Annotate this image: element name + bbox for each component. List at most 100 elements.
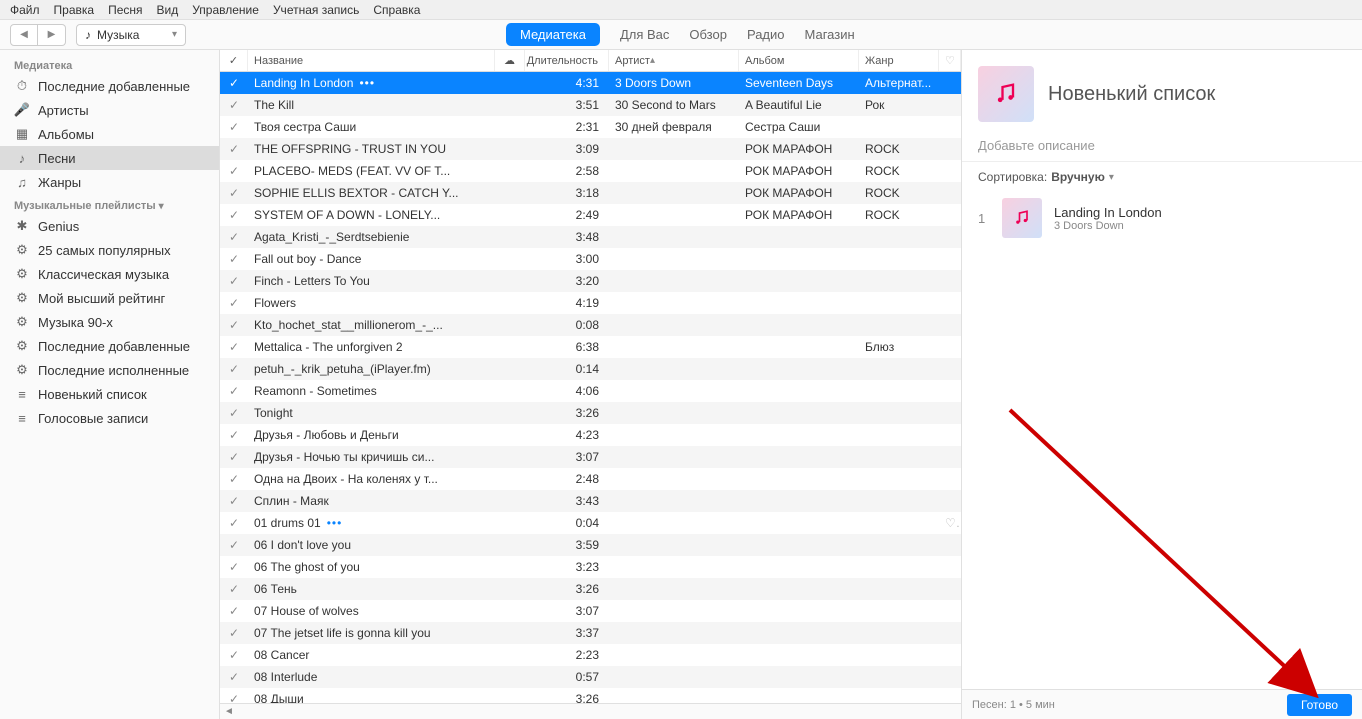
more-icon[interactable]: •••	[359, 76, 375, 90]
row-name: PLACEBO- MEDS (FEAT. VV OF T...	[248, 164, 495, 178]
row-checkbox: ✓	[220, 472, 248, 486]
menu-справка[interactable]: Справка	[373, 3, 420, 17]
sidebar-item-Альбомы[interactable]: ▦Альбомы	[0, 122, 219, 146]
table-row[interactable]: ✓Finch - Letters To You3:20	[220, 270, 961, 292]
sidebar-item-Песни[interactable]: ♪Песни	[0, 146, 219, 170]
tab-Для Вас[interactable]: Для Вас	[620, 27, 669, 42]
nav-forward-button[interactable]: ▶	[38, 24, 66, 46]
menu-вид[interactable]: Вид	[157, 3, 179, 17]
column-duration[interactable]: Длительность	[525, 50, 609, 71]
sidebar-item-Музыка 90-х[interactable]: ⚙Музыка 90-х	[0, 310, 219, 334]
sidebar-item-Классическая музыка[interactable]: ⚙Классическая музыка	[0, 262, 219, 286]
row-heart: ♡	[939, 516, 961, 530]
tab-Радио[interactable]: Радио	[747, 27, 785, 42]
row-artist: 30 дней февраля	[609, 120, 739, 134]
table-row[interactable]: ✓07 The jetset life is gonna kill you3:3…	[220, 622, 961, 644]
column-genre[interactable]: Жанр	[859, 50, 939, 71]
row-genre: Блюз	[859, 340, 939, 354]
table-body[interactable]: ✓Landing In London•••4:313 Doors DownSev…	[220, 72, 961, 703]
row-artist: 3 Doors Down	[609, 76, 739, 90]
table-row[interactable]: ✓Agata_Kristi_-_Serdtsebienie3:48	[220, 226, 961, 248]
column-artist[interactable]: Артист ▴	[609, 50, 739, 71]
sidebar-item-Последние добавленные[interactable]: ⏱Последние добавленные	[0, 74, 219, 98]
table-row[interactable]: ✓Твоя сестра Саши2:3130 дней февраляСест…	[220, 116, 961, 138]
table-row[interactable]: ✓Fall out boy - Dance3:00	[220, 248, 961, 270]
column-album[interactable]: Альбом	[739, 50, 859, 71]
tab-Обзор[interactable]: Обзор	[689, 27, 727, 42]
sidebar-item-Артисты[interactable]: 🎤Артисты	[0, 98, 219, 122]
table-row[interactable]: ✓Kto_hochet_stat__millionerom_-_...0:08	[220, 314, 961, 336]
column-heart[interactable]: ♡	[939, 50, 961, 71]
menu-учетная запись[interactable]: Учетная запись	[273, 3, 359, 17]
sidebar-item-Новенький список[interactable]: ≡Новенький список	[0, 382, 219, 406]
table-row[interactable]: ✓01 drums 01•••0:04♡	[220, 512, 961, 534]
playlist-track[interactable]: 1Landing In London3 Doors Down	[962, 192, 1362, 244]
row-checkbox: ✓	[220, 538, 248, 552]
row-name: petuh_-_krik_petuha_(iPlayer.fm)	[248, 362, 495, 376]
table-row[interactable]: ✓Сплин - Маяк3:43	[220, 490, 961, 512]
table-row[interactable]: ✓Tonight3:26	[220, 402, 961, 424]
menu-правка[interactable]: Правка	[54, 3, 95, 17]
playlist-sort[interactable]: Сортировка: Вручную ▾	[962, 162, 1362, 192]
note-icon: ♪	[14, 150, 30, 166]
table-row[interactable]: ✓08 Cancer2:23	[220, 644, 961, 666]
table-row[interactable]: ✓06 I don't love you3:59	[220, 534, 961, 556]
table-row[interactable]: ✓SOPHIE ELLIS BEXTOR - CATCH Y...3:18РОК…	[220, 182, 961, 204]
row-album: A Beautiful Lie	[739, 98, 859, 112]
sidebar-item-Мой высший рейтинг[interactable]: ⚙Мой высший рейтинг	[0, 286, 219, 310]
row-genre: ROCK	[859, 208, 939, 222]
column-checkbox[interactable]: ✓	[220, 50, 248, 71]
sidebar-item-Последние добавленные[interactable]: ⚙Последние добавленные	[0, 334, 219, 358]
horizontal-scrollbar[interactable]: ◄	[220, 703, 961, 719]
heart-icon: ♡	[945, 54, 955, 67]
menu-песня[interactable]: Песня	[108, 3, 142, 17]
album-icon: ▦	[14, 126, 30, 142]
nav-back-button[interactable]: ◀	[10, 24, 38, 46]
row-name: Твоя сестра Саши	[248, 120, 495, 134]
more-icon[interactable]: •••	[327, 516, 343, 530]
table-row[interactable]: ✓Mettalica - The unforgiven 26:38Блюз	[220, 336, 961, 358]
media-type-label: Музыка	[97, 28, 139, 42]
menu-файл[interactable]: Файл	[10, 3, 40, 17]
table-row[interactable]: ✓SYSTEM OF A DOWN - LONELY...2:49РОК МАР…	[220, 204, 961, 226]
table-row[interactable]: ✓06 Тень3:26	[220, 578, 961, 600]
sidebar-item-25 самых популярных[interactable]: ⚙25 самых популярных	[0, 238, 219, 262]
table-row[interactable]: ✓08 Дыши3:26	[220, 688, 961, 703]
sidebar-playlists-header[interactable]: Музыкальные плейлисты ▾	[0, 194, 219, 214]
sidebar-item-label: Последние исполненные	[38, 363, 189, 378]
table-row[interactable]: ✓THE OFFSPRING - TRUST IN YOU3:09РОК МАР…	[220, 138, 961, 160]
playlist-description[interactable]: Добавьте описание	[962, 138, 1362, 162]
tab-Магазин[interactable]: Магазин	[805, 27, 855, 42]
playlist-title[interactable]: Новенький список	[1048, 83, 1215, 106]
row-duration: 3:51	[525, 98, 609, 112]
sidebar-item-Голосовые записи[interactable]: ≡Голосовые записи	[0, 406, 219, 430]
table-row[interactable]: ✓Flowers4:19	[220, 292, 961, 314]
playlist-artwork[interactable]	[978, 66, 1034, 122]
tab-Медиатека[interactable]: Медиатека	[506, 23, 600, 46]
column-name[interactable]: Название	[248, 50, 495, 71]
table-row[interactable]: ✓07 House of wolves3:07	[220, 600, 961, 622]
menu-управление[interactable]: Управление	[192, 3, 259, 17]
table-row[interactable]: ✓06 The ghost of you3:23	[220, 556, 961, 578]
sidebar-item-Genius[interactable]: ✱Genius	[0, 214, 219, 238]
done-button[interactable]: Готово	[1287, 694, 1352, 716]
table-row[interactable]: ✓Друзья - Ночью ты кричишь си...3:07	[220, 446, 961, 468]
table-header: ✓ Название ☁ Длительность Артист ▴ Альбо…	[220, 50, 961, 72]
table-row[interactable]: ✓Reamonn - Sometimes4:06	[220, 380, 961, 402]
column-cloud[interactable]: ☁	[495, 50, 525, 71]
row-name: Landing In London•••	[248, 76, 495, 90]
sidebar-item-Жанры[interactable]: ♫Жанры	[0, 170, 219, 194]
table-row[interactable]: ✓Одна на Двоих - На коленях у т...2:48	[220, 468, 961, 490]
sidebar-item-Последние исполненные[interactable]: ⚙Последние исполненные	[0, 358, 219, 382]
table-row[interactable]: ✓Landing In London•••4:313 Doors DownSev…	[220, 72, 961, 94]
toolbar: ◀ ▶ ♪ Музыка ▾ Медиатека Для Вас Обзор Ради…	[0, 20, 1362, 50]
table-row[interactable]: ✓PLACEBO- MEDS (FEAT. VV OF T...2:58РОК …	[220, 160, 961, 182]
table-row[interactable]: ✓petuh_-_krik_petuha_(iPlayer.fm)0:14	[220, 358, 961, 380]
table-row[interactable]: ✓08 Interlude0:57	[220, 666, 961, 688]
media-type-selector[interactable]: ♪ Музыка ▾	[76, 24, 186, 46]
table-row[interactable]: ✓Друзья - Любовь и Деньги4:23	[220, 424, 961, 446]
row-name: The Kill	[248, 98, 495, 112]
playlist-tracks[interactable]: 1Landing In London3 Doors Down	[962, 192, 1362, 689]
row-checkbox: ✓	[220, 648, 248, 662]
table-row[interactable]: ✓The Kill3:5130 Second to MarsA Beautifu…	[220, 94, 961, 116]
